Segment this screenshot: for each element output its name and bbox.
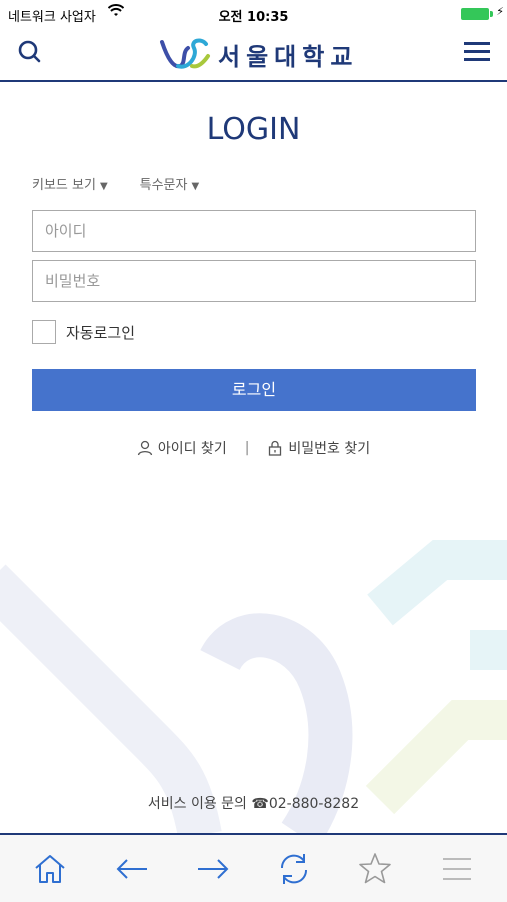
auto-login-label: 자동로그인 xyxy=(66,323,136,342)
auto-login-row[interactable]: 자동로그인 xyxy=(32,320,135,344)
keyboard-options: 키보드 보기 ▼ 특수문자 ▼ xyxy=(32,174,199,193)
phone-icon: ☎ xyxy=(251,796,269,812)
logo-text: 서울대학교 xyxy=(218,41,359,71)
back-arrow-icon xyxy=(116,859,147,879)
find-password-label: 비밀번호 찾기 xyxy=(288,441,371,457)
find-id-link[interactable]: 아이디 찾기 xyxy=(137,438,227,458)
search-icon xyxy=(18,40,41,63)
login-button[interactable]: 로그인 xyxy=(32,369,476,411)
find-account-links: 아이디 찾기 | 비밀번호 찾기 xyxy=(0,438,507,458)
background-logo-watermark xyxy=(0,540,507,835)
login-title: LOGIN xyxy=(206,112,301,147)
logo-mark-icon xyxy=(160,38,210,69)
list-icon xyxy=(443,858,471,880)
search-button[interactable] xyxy=(14,36,46,68)
list-button[interactable] xyxy=(439,851,475,887)
dropdown-triangle-icon: ▼ xyxy=(99,181,108,192)
forward-button[interactable] xyxy=(195,851,231,887)
user-icon xyxy=(137,440,152,456)
refresh-button[interactable] xyxy=(276,851,312,887)
home-icon xyxy=(35,855,65,883)
lock-icon xyxy=(269,440,282,456)
contact-label: 서비스 이용 문의 xyxy=(147,796,247,812)
menu-button[interactable] xyxy=(463,38,491,66)
back-button[interactable] xyxy=(114,851,150,887)
university-logo[interactable]: 서울대학교 xyxy=(158,34,358,74)
special-char-toggle[interactable]: 특수문자 ▼ xyxy=(140,174,200,193)
home-button[interactable] xyxy=(32,851,68,887)
status-bar: 네트워크 사업자 오전 10:35 ⚡ xyxy=(0,0,507,28)
app-header: 서울대학교 xyxy=(0,28,507,82)
id-input[interactable]: 아이디 xyxy=(32,210,476,252)
auto-login-checkbox[interactable] xyxy=(32,320,56,344)
clock: 오전 10:35 xyxy=(218,10,289,25)
link-separator: | xyxy=(244,440,250,456)
find-id-label: 아이디 찾기 xyxy=(157,441,227,457)
service-contact: 서비스 이용 문의 ☎02-880-8282 xyxy=(0,793,507,813)
keyboard-view-toggle[interactable]: 키보드 보기 ▼ xyxy=(32,174,108,193)
find-password-link[interactable]: 비밀번호 찾기 xyxy=(267,438,370,458)
keyboard-view-label: 키보드 보기 xyxy=(32,178,96,193)
battery-icon xyxy=(461,8,489,20)
charging-icon: ⚡ xyxy=(496,5,504,18)
refresh-icon xyxy=(280,854,308,884)
password-input[interactable]: 비밀번호 xyxy=(32,260,476,302)
hamburger-icon xyxy=(464,42,490,61)
forward-arrow-icon xyxy=(198,859,229,879)
battery-tip xyxy=(490,11,493,17)
browser-toolbar xyxy=(0,833,507,902)
special-char-label: 특수문자 xyxy=(139,178,188,193)
star-icon xyxy=(359,853,391,884)
bookmark-button[interactable] xyxy=(357,851,393,887)
contact-phone[interactable]: 02-880-8282 xyxy=(269,796,359,812)
dropdown-triangle-icon: ▼ xyxy=(191,181,200,192)
